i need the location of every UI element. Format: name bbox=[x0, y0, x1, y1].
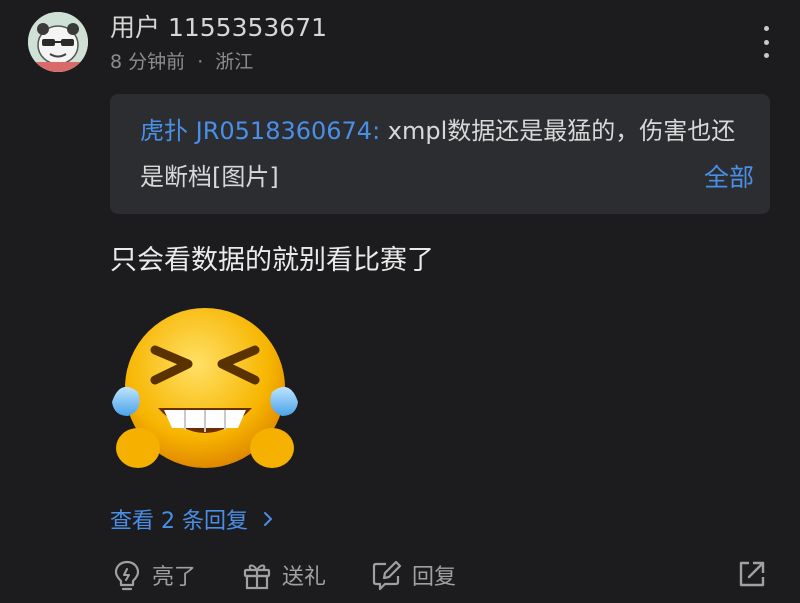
gift-label: 送礼 bbox=[282, 565, 327, 590]
reply-label: 回复 bbox=[412, 565, 457, 590]
comment-body: 只会看数据的就别看比赛了 bbox=[110, 245, 434, 276]
share-button[interactable] bbox=[735, 557, 769, 591]
gift-button[interactable]: 送礼 bbox=[240, 555, 326, 595]
like-label: 亮了 bbox=[152, 565, 197, 590]
reply-edit-icon bbox=[372, 560, 402, 591]
quoted-comment[interactable]: 虎扑 JR0518360674: xmpl数据还是最猛的，伤害也还是断档[图片]… bbox=[110, 94, 770, 214]
view-replies-label: 查看 2 条回复 bbox=[110, 509, 248, 534]
share-icon bbox=[739, 561, 765, 587]
timestamp: 8 分钟前 bbox=[110, 51, 186, 73]
comment-meta: 8 分钟前 · 浙江 bbox=[110, 47, 253, 74]
more-dot bbox=[763, 26, 769, 31]
more-options-button[interactable] bbox=[752, 26, 780, 58]
reply-button[interactable]: 回复 bbox=[370, 555, 456, 595]
more-dot bbox=[763, 39, 769, 45]
gift-icon bbox=[243, 564, 271, 590]
avatar[interactable] bbox=[28, 12, 88, 72]
like-button[interactable]: 亮了 bbox=[110, 555, 196, 595]
panda-meme-avatar-icon bbox=[28, 12, 88, 72]
lightbulb-icon bbox=[114, 560, 140, 591]
laughing-tears-emoji-icon[interactable] bbox=[110, 300, 300, 478]
username[interactable]: 用户 1155353671 bbox=[110, 8, 327, 44]
meta-separator: · bbox=[197, 51, 204, 73]
more-dot bbox=[763, 53, 769, 58]
quote-author[interactable]: 虎扑 JR0518360674: bbox=[140, 117, 380, 145]
location: 浙江 bbox=[215, 51, 254, 73]
view-replies-link[interactable]: 查看 2 条回复 bbox=[110, 503, 278, 535]
expand-quote-button[interactable]: 全部 bbox=[704, 158, 754, 194]
quote-text-block: 虎扑 JR0518360674: xmpl数据还是最猛的，伤害也还是断档[图片] bbox=[140, 108, 750, 200]
chevron-right-icon bbox=[263, 512, 272, 526]
